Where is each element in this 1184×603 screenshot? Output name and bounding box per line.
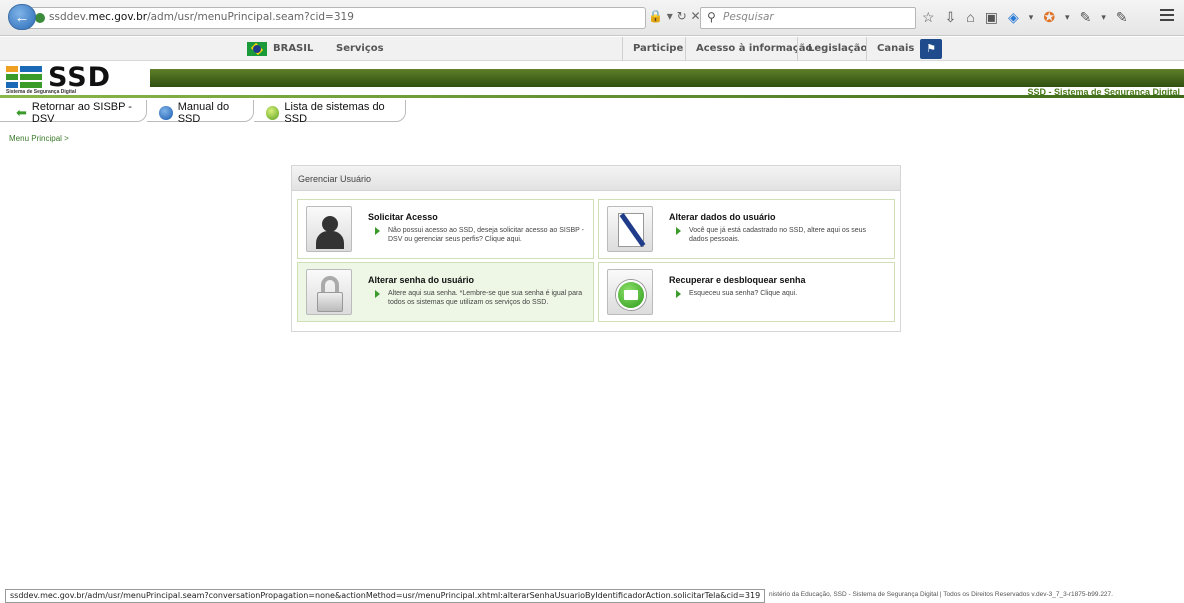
bookmark-star-icon[interactable]: ☆ xyxy=(922,9,935,26)
edit-user-data-title: Alterar dados do usuário xyxy=(669,212,776,222)
logo-blocks-icon xyxy=(6,66,44,88)
search-placeholder: Pesquisar xyxy=(723,11,774,23)
addon-icon[interactable]: ▣ xyxy=(985,9,998,26)
back-to-sisbp-button[interactable]: ⬅ Retornar ao SISBP - DSV xyxy=(0,100,147,125)
url-path: /adm/usr/menuPrincipal.seam?cid=319 xyxy=(147,11,354,23)
toolbar-icons: ☆ ⇩ ⌂ ▣ ◈ ▾ ✪ ▾ ✎ ▾ ✎ xyxy=(922,4,1128,30)
change-password-card[interactable]: Alterar senha do usuário Altere aqui sua… xyxy=(297,262,594,322)
breadcrumb[interactable]: Menu Principal > xyxy=(9,134,69,143)
gov-bar: BRASIL Serviços Participe Acesso à infor… xyxy=(0,37,1184,61)
request-access-card[interactable]: Solicitar Acesso Não possui acesso ao SS… xyxy=(297,199,594,259)
change-password-title: Alterar senha do usuário xyxy=(368,275,475,285)
system-list-button[interactable]: Lista de sistemas do SSD xyxy=(254,100,406,125)
reload-icon[interactable]: ↻ xyxy=(677,9,687,23)
back-arrow-icon[interactable]: ← xyxy=(8,4,36,30)
brasil-link[interactable]: BRASIL xyxy=(273,43,313,54)
url-prefix: ssddev. xyxy=(49,11,89,23)
system-list-label: Lista de sistemas do SSD xyxy=(284,100,385,125)
system-title: SSD - Sistema de Segurança Digital xyxy=(1027,87,1180,97)
header-line xyxy=(0,95,1184,98)
notes-icon[interactable]: ✎ xyxy=(1116,9,1128,26)
green-back-arrow-icon: ⬅ xyxy=(16,104,27,120)
header-band xyxy=(150,69,1184,87)
envelope-icon xyxy=(607,269,653,315)
chevron-down-icon-3[interactable]: ▾ xyxy=(1101,12,1106,23)
manual-label: Manual do SSD xyxy=(177,100,230,125)
url-domain: mec.gov.br xyxy=(88,11,148,23)
status-bar-url: ssddev.mec.gov.br/adm/usr/menuPrincipal.… xyxy=(5,589,766,603)
change-password-desc: Altere aqui sua senha. *Lembre-se que su… xyxy=(388,290,583,306)
request-access-desc: Não possui acesso ao SSD, deseja solicit… xyxy=(388,227,584,243)
manage-user-panel: Gerenciar Usuário Solicitar Acesso Não p… xyxy=(291,165,901,332)
addon-blue-icon[interactable]: ◈ xyxy=(1008,9,1019,26)
search-icon: ⚲ xyxy=(707,10,716,24)
home-icon[interactable]: ⌂ xyxy=(966,9,974,25)
hamburger-menu-icon[interactable] xyxy=(1160,9,1174,21)
lock-icon: 🔒 xyxy=(648,9,663,23)
green-arrow-icon xyxy=(375,290,380,298)
browser-toolbar: ssddev.mec.gov.br/adm/usr/menuPrincipal.… xyxy=(0,0,1184,36)
ssd-logo: SSD Sistema de Segurança Digital xyxy=(6,62,136,95)
chevron-down-icon-2[interactable]: ▾ xyxy=(1065,12,1070,23)
brazil-flag-icon[interactable] xyxy=(247,42,267,56)
panel-title: Gerenciar Usuário xyxy=(292,166,900,191)
recover-password-desc: Esqueceu sua senha? Clique aqui. xyxy=(689,290,798,297)
download-icon[interactable]: ⇩ xyxy=(945,9,957,26)
request-access-title: Solicitar Acesso xyxy=(368,212,438,222)
edit-icon[interactable]: ✎ xyxy=(1080,9,1092,26)
info-icon xyxy=(159,105,173,120)
document-pen-icon xyxy=(607,206,653,252)
dropdown-icon[interactable]: ▾ xyxy=(667,9,673,23)
address-bar[interactable]: ssddev.mec.gov.br/adm/usr/menuPrincipal.… xyxy=(28,7,646,29)
logo-subtitle: Sistema de Segurança Digital xyxy=(6,89,77,95)
site-identity-icon[interactable] xyxy=(35,13,45,23)
participe-link[interactable]: Participe xyxy=(622,37,693,61)
green-arrow-icon xyxy=(676,227,681,235)
back-to-sisbp-label: Retornar ao SISBP - DSV xyxy=(31,100,132,125)
addon-orange-icon[interactable]: ✪ xyxy=(1043,9,1055,26)
edit-user-data-card[interactable]: Alterar dados do usuário Você que já est… xyxy=(598,199,895,259)
servicos-link[interactable]: Serviços xyxy=(336,43,384,54)
canais-link[interactable]: Canais xyxy=(866,37,924,61)
recover-password-title: Recuperar e desbloquear senha xyxy=(669,275,806,285)
ssd-header: SSD Sistema de Segurança Digital SSD - S… xyxy=(0,62,1184,98)
url-tools: 🔒 ▾ ↻ ✕ xyxy=(648,9,701,23)
user-silhouette-icon xyxy=(306,206,352,252)
padlock-icon xyxy=(306,269,352,315)
footer-text: nistério da Educação, SSD - Sistema de S… xyxy=(769,591,1113,598)
manual-button[interactable]: Manual do SSD xyxy=(147,100,254,125)
list-icon xyxy=(266,105,280,120)
accessibility-icon[interactable]: ⚑ xyxy=(920,39,942,59)
green-arrow-icon xyxy=(676,290,681,298)
green-arrow-icon xyxy=(375,227,380,235)
recover-password-card[interactable]: Recuperar e desbloquear senha Esqueceu s… xyxy=(598,262,895,322)
edit-user-data-desc: Você que já está cadastrado no SSD, alte… xyxy=(689,227,867,243)
search-input[interactable]: ⚲ Pesquisar xyxy=(700,7,916,29)
chevron-down-icon[interactable]: ▾ xyxy=(1029,12,1034,23)
